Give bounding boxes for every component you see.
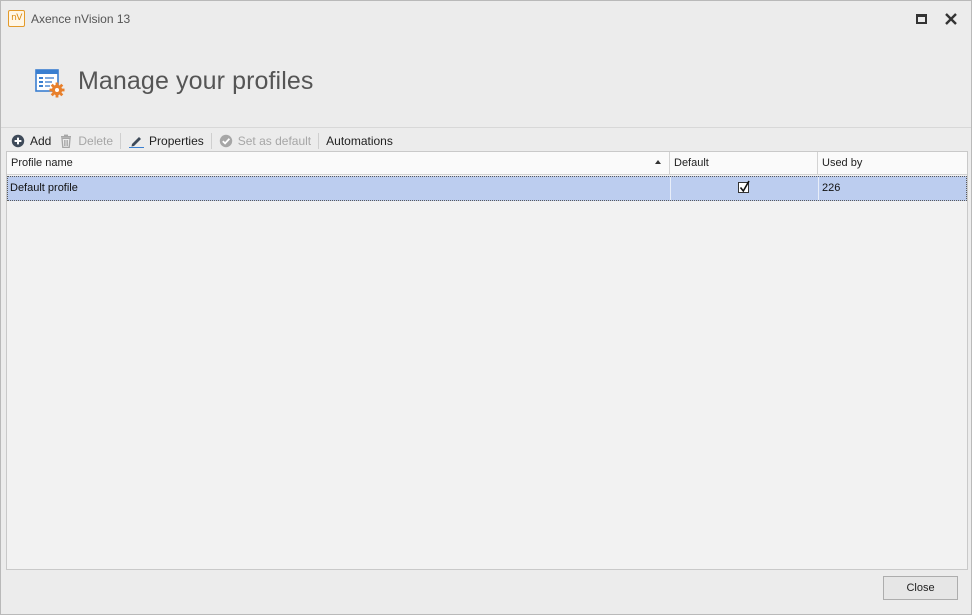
- trash-icon: [61, 134, 72, 148]
- add-label: Add: [30, 134, 52, 148]
- close-icon: [945, 13, 957, 25]
- title-bar: nV Axence nVision 13: [1, 1, 971, 37]
- properties-button[interactable]: Properties: [124, 131, 208, 151]
- add-button[interactable]: Add: [7, 131, 55, 151]
- page-title: Manage your profiles: [78, 67, 314, 95]
- column-header-profile-name[interactable]: Profile name: [7, 152, 670, 174]
- delete-button[interactable]: Delete: [55, 131, 117, 151]
- app-logo: nV: [8, 10, 25, 27]
- properties-label: Properties: [149, 134, 204, 148]
- grid-header: Profile name Default Used by: [7, 152, 967, 175]
- add-circle-icon: [11, 134, 25, 148]
- used-by-cell: 226: [818, 177, 966, 200]
- header-divider: [1, 127, 971, 128]
- window-title: Axence nVision 13: [31, 12, 131, 26]
- maximize-icon: [915, 14, 927, 24]
- column-header-label: Used by: [822, 157, 863, 169]
- pencil-icon: [129, 137, 145, 148]
- profiles-window: nV Axence nVision 13 Manage your profile…: [0, 0, 972, 615]
- profile-settings-icon: [35, 69, 65, 98]
- check-circle-icon: [219, 134, 232, 148]
- set-as-default-label: Set as default: [237, 134, 312, 148]
- maximize-button[interactable]: [912, 10, 930, 28]
- default-cell: [670, 177, 818, 200]
- column-header-used-by[interactable]: Used by: [818, 152, 967, 174]
- default-checkbox[interactable]: [738, 180, 750, 193]
- column-header-label: Default: [674, 157, 709, 169]
- column-header-label: Profile name: [11, 157, 73, 169]
- close-button[interactable]: Close: [883, 576, 958, 600]
- delete-label: Delete: [78, 134, 114, 148]
- toolbar: Add Delete Properties Set as default Aut…: [7, 130, 967, 152]
- column-header-default[interactable]: Default: [670, 152, 818, 174]
- profiles-grid: Profile name Default Used by Default pro…: [6, 151, 968, 570]
- window-close-button[interactable]: [942, 10, 960, 28]
- checkmark-icon: [739, 180, 750, 193]
- set-as-default-button[interactable]: Set as default: [215, 131, 315, 151]
- toolbar-separator: [210, 133, 212, 149]
- profile-name-cell: Default profile: [10, 182, 78, 194]
- table-row[interactable]: Default profile 226: [7, 176, 967, 201]
- automations-button[interactable]: Automations: [322, 131, 397, 151]
- toolbar-separator: [318, 133, 320, 149]
- toolbar-separator: [120, 133, 122, 149]
- sort-ascending-icon: [655, 160, 661, 164]
- automations-label: Automations: [326, 134, 393, 148]
